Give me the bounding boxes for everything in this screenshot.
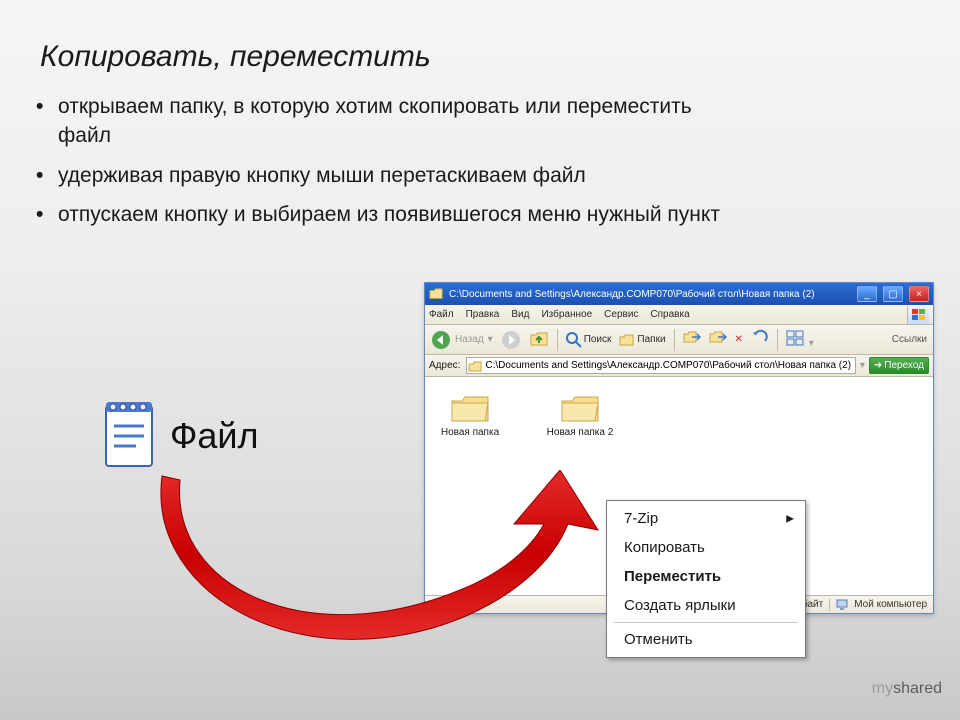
folder-label: Новая папка <box>441 427 499 438</box>
file-source-block: Файл <box>100 400 259 472</box>
go-arrow-icon: ➔ <box>874 360 882 371</box>
folder-icon <box>560 391 600 425</box>
ctx-create-shortcut[interactable]: Создать ярлыки <box>610 591 802 620</box>
address-bar: Адрес: ▾ ➔ Переход <box>425 355 933 377</box>
menu-edit[interactable]: Правка <box>466 309 500 320</box>
folder-item[interactable]: Новая папка <box>435 391 505 438</box>
bullet-dot-icon: • <box>36 200 58 229</box>
search-label: Поиск <box>584 334 612 345</box>
delete-icon[interactable]: ✕ <box>735 334 743 345</box>
menu-bar: Файл Правка Вид Избранное Сервис Справка <box>425 305 933 325</box>
copy-to-icon[interactable] <box>709 329 727 350</box>
status-location: Мой компьютер <box>829 599 933 611</box>
search-icon <box>566 332 582 348</box>
context-menu: 7-Zip Копировать Переместить Создать ярл… <box>606 500 806 658</box>
forward-arrow-icon[interactable] <box>501 330 521 350</box>
bullet-text: открываем папку, в которую хотим скопиро… <box>58 92 736 151</box>
views-icon[interactable]: ▾ <box>786 330 814 349</box>
folder-icon <box>450 391 490 425</box>
ctx-move[interactable]: Переместить <box>610 562 802 591</box>
window-titlebar: C:\Documents and Settings\Александр.COMP… <box>425 283 933 305</box>
address-folder-icon <box>468 359 482 373</box>
nav-back-label: Назад <box>455 334 484 345</box>
up-folder-icon[interactable] <box>529 328 549 351</box>
ctx-divider <box>614 622 798 623</box>
folders-label: Папки <box>637 334 665 345</box>
watermark-my: my <box>872 680 893 697</box>
nav-back-button[interactable]: Назад ▾ <box>431 330 493 350</box>
toolbar: Назад ▾ Поиск Папки ✕ ▾ Ссылки <box>425 325 933 355</box>
bullet-list: • открываем папку, в которую хотим скопи… <box>0 92 960 230</box>
watermark: myshared <box>872 680 942 698</box>
undo-icon[interactable] <box>751 329 769 350</box>
menu-file[interactable]: Файл <box>429 309 454 320</box>
bullet-text: отпускаем кнопку и выбираем из появившег… <box>58 200 720 229</box>
bullet-text: удерживая правую кнопку мыши перетаскива… <box>58 161 586 190</box>
address-input[interactable] <box>466 357 855 374</box>
go-label: Переход <box>884 360 924 371</box>
menu-favorites[interactable]: Избранное <box>541 309 592 320</box>
links-label[interactable]: Ссылки <box>892 334 927 345</box>
folders-icon <box>619 332 635 348</box>
windows-flag-icon <box>907 306 929 324</box>
folder-title-icon <box>429 287 443 301</box>
file-label: Файл <box>170 415 259 457</box>
ctx-copy[interactable]: Копировать <box>610 533 802 562</box>
ctx-7zip[interactable]: 7-Zip <box>610 504 802 533</box>
folder-label: Новая папка 2 <box>547 427 614 438</box>
bullet-item: • удерживая правую кнопку мыши перетаски… <box>36 161 736 190</box>
menu-help[interactable]: Справка <box>650 309 689 320</box>
move-to-icon[interactable] <box>683 329 701 350</box>
go-button[interactable]: ➔ Переход <box>869 357 929 374</box>
drag-arrow-icon <box>160 470 600 660</box>
folders-button[interactable]: Папки <box>619 332 665 348</box>
address-label: Адрес: <box>429 360 460 371</box>
back-arrow-icon <box>431 330 451 350</box>
ctx-cancel[interactable]: Отменить <box>610 625 802 654</box>
address-dropdown-icon[interactable]: ▾ <box>860 360 865 371</box>
maximize-button[interactable]: ▢ <box>883 286 903 302</box>
menu-tools[interactable]: Сервис <box>604 309 638 320</box>
bullet-item: • отпускаем кнопку и выбираем из появивш… <box>36 200 736 229</box>
window-title: C:\Documents and Settings\Александр.COMP… <box>449 289 851 300</box>
slide-title: Копировать, переместить <box>0 0 960 74</box>
bullet-dot-icon: • <box>36 161 58 190</box>
close-button[interactable]: × <box>909 286 929 302</box>
bullet-dot-icon: • <box>36 92 58 151</box>
bullet-item: • открываем папку, в которую хотим скопи… <box>36 92 736 151</box>
watermark-shared: shared <box>893 680 942 697</box>
search-button[interactable]: Поиск <box>566 332 612 348</box>
dropdown-icon: ▾ <box>488 334 493 345</box>
folder-item[interactable]: Новая папка 2 <box>545 391 615 438</box>
my-computer-icon <box>836 599 850 611</box>
menu-view[interactable]: Вид <box>511 309 529 320</box>
minimize-button[interactable]: _ <box>857 286 877 302</box>
notepad-file-icon <box>100 400 158 472</box>
